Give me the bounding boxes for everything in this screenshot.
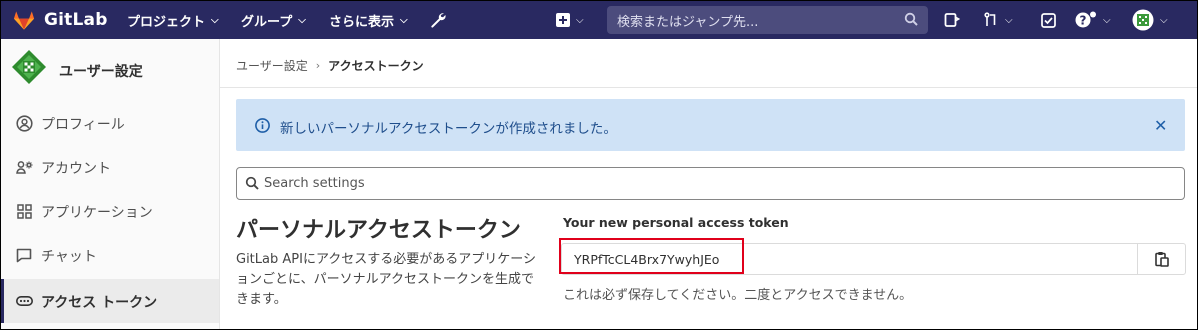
sidebar-item-applications[interactable]: アプリケーション xyxy=(1,189,219,233)
chevron-down-icon: ⌵ xyxy=(211,14,219,26)
settings-search-placeholder: Search settings xyxy=(264,176,365,191)
sidebar-title: ユーザー設定 xyxy=(59,64,143,80)
breadcrumb-parent[interactable]: ユーザー設定 xyxy=(236,57,308,74)
sidebar-item-profile[interactable]: プロフィール xyxy=(1,101,219,145)
help-icon: ? xyxy=(1075,11,1096,28)
merge-request-icon xyxy=(984,12,996,26)
chevron-down-icon: ⌵ xyxy=(1005,14,1013,26)
token-help-text: これは必ず保存してください。二度とアクセスできません。 xyxy=(563,288,913,303)
nav-groups-dropdown[interactable]: グループ ⌵ xyxy=(241,1,306,39)
section-description: GitLab APIにアクセスする必要があるアプリケーションごとに、パーソナルア… xyxy=(236,252,537,307)
help-dropdown[interactable]: ? ⌵ xyxy=(1075,1,1111,39)
breadcrumb-chevron-icon: › xyxy=(315,59,321,72)
brand-name[interactable]: GitLab xyxy=(44,10,108,30)
user-avatar-icon xyxy=(1132,9,1154,31)
svg-text:?: ? xyxy=(1080,14,1087,28)
merge-requests-dropdown[interactable]: ⌵ xyxy=(983,1,1013,39)
token-label: Your new personal access token xyxy=(563,215,789,230)
chevron-down-icon: ⌵ xyxy=(1160,14,1168,26)
nav-more-dropdown[interactable]: さらに表示 ⌵ xyxy=(329,1,408,39)
search-icon xyxy=(904,12,918,30)
profile-icon xyxy=(15,114,33,132)
settings-search-input[interactable]: Search settings xyxy=(236,167,1185,200)
token-icon xyxy=(15,293,33,309)
breadcrumb: ユーザー設定 › アクセストークン xyxy=(236,57,424,74)
user-settings-avatar xyxy=(12,50,46,84)
global-search-placeholder: 検索またはジャンプ先... xyxy=(617,14,759,30)
settings-sidebar: ユーザー設定 プロフィール アカウント アプリケーション チャット アクセス ト… xyxy=(1,39,220,329)
global-search-input[interactable]: 検索またはジャンプ先... xyxy=(607,6,928,34)
info-icon xyxy=(255,118,270,137)
sidebar-item-account[interactable]: アカウント xyxy=(1,145,219,189)
plus-square-icon xyxy=(556,13,570,27)
new-item-dropdown[interactable]: ⌵ xyxy=(556,1,584,39)
todos-icon[interactable] xyxy=(1041,1,1056,39)
section-title: パーソナルアクセストークン xyxy=(236,218,521,243)
chevron-down-icon: ⌵ xyxy=(1103,14,1111,26)
sidebar-item-label: アクセス トークン xyxy=(41,295,158,311)
gitlab-logo-icon[interactable] xyxy=(13,10,35,31)
close-icon[interactable]: ✕ xyxy=(1154,116,1167,135)
chevron-down-icon: ⌵ xyxy=(298,14,306,26)
nav-more-label: さらに表示 xyxy=(329,14,395,30)
divider xyxy=(220,87,1197,88)
nav-projects-label: プロジェクト xyxy=(127,14,206,30)
sidebar-item-chat[interactable]: チャット xyxy=(1,233,219,277)
applications-icon xyxy=(15,203,33,219)
chevron-down-icon: ⌵ xyxy=(400,14,408,26)
copy-token-button[interactable] xyxy=(1137,244,1185,274)
sidebar-item-access-tokens[interactable]: アクセス トークン xyxy=(1,279,219,323)
sidebar-header[interactable]: ユーザー設定 xyxy=(1,39,219,101)
alert-message: 新しいパーソナルアクセストークンが作成されました。 xyxy=(280,121,617,137)
issues-icon[interactable] xyxy=(944,1,960,39)
nav-projects-dropdown[interactable]: プロジェクト ⌵ xyxy=(127,1,219,39)
nav-groups-label: グループ xyxy=(241,14,293,30)
chat-icon xyxy=(15,247,33,263)
user-menu-dropdown[interactable]: ⌵ xyxy=(1132,1,1168,39)
success-alert: 新しいパーソナルアクセストークンが作成されました。 ✕ xyxy=(236,99,1185,151)
sidebar-item-label: アプリケーション xyxy=(41,205,153,221)
breadcrumb-current[interactable]: アクセストークン xyxy=(328,57,423,74)
sidebar-item-label: プロフィール xyxy=(41,117,125,133)
chevron-down-icon: ⌵ xyxy=(576,14,584,26)
sidebar-item-label: アカウント xyxy=(41,161,111,177)
admin-wrench-icon[interactable] xyxy=(429,1,447,39)
account-icon xyxy=(15,159,33,175)
token-highlight-box xyxy=(559,238,744,274)
sidebar-item-label: チャット xyxy=(41,249,97,265)
clipboard-icon xyxy=(1154,252,1169,267)
search-icon xyxy=(245,176,259,194)
